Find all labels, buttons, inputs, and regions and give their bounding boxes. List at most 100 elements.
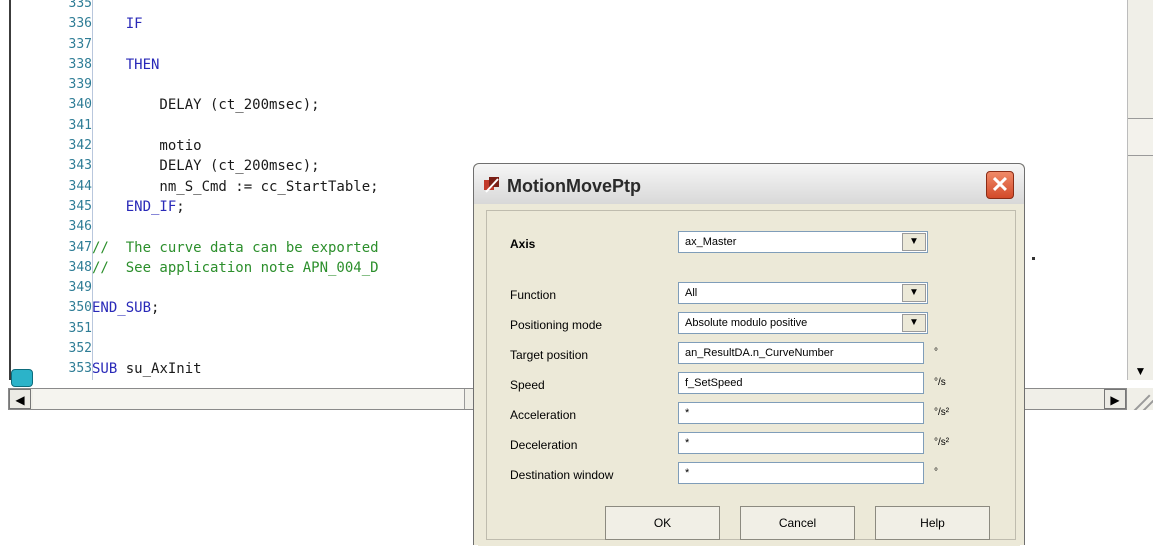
- code-token: nm_S_Cmd := cc_StartTable;: [92, 178, 379, 195]
- line-number: 350: [68, 300, 92, 316]
- deceleration-unit: °/s²: [934, 437, 950, 448]
- code-token: DELAY (ct_200msec);: [92, 158, 320, 175]
- line-text: IF: [92, 16, 143, 33]
- vertical-scrollbar[interactable]: ▼: [1127, 0, 1153, 380]
- line-text: END_IF;: [92, 198, 185, 215]
- line-number: 338: [68, 56, 92, 72]
- code-token: ;: [151, 300, 160, 317]
- acceleration-input[interactable]: *: [678, 402, 924, 424]
- resize-grip-icon[interactable]: [1127, 388, 1153, 410]
- target-position-row: Target position an_ResultDA.n_CurveNumbe…: [478, 342, 1020, 366]
- code-token: DELAY (ct_200msec);: [92, 97, 320, 114]
- app-icon: [484, 177, 499, 193]
- code-token: END_IF: [92, 198, 177, 215]
- code-token: ;: [176, 198, 185, 215]
- line-number: 336: [68, 16, 92, 32]
- line-text: DELAY (ct_200msec);: [92, 97, 320, 114]
- positioning-mode-label: Positioning mode: [510, 318, 603, 332]
- acceleration-label: Acceleration: [510, 408, 577, 422]
- chevron-down-icon[interactable]: ▼: [902, 233, 926, 251]
- axis-row: Axis ax_Master ▼: [478, 231, 1020, 255]
- scroll-down-arrow-icon[interactable]: ▼: [1128, 362, 1153, 380]
- bookmark-marker-icon[interactable]: [11, 369, 33, 387]
- line-text: DELAY (ct_200msec);: [92, 158, 320, 175]
- line-text: // See application note APN_004_D: [92, 259, 379, 276]
- ok-button[interactable]: OK: [605, 506, 720, 540]
- function-value: All: [685, 287, 698, 299]
- target-position-input[interactable]: an_ResultDA.n_CurveNumber: [678, 342, 924, 364]
- code-line[interactable]: 335: [40, 0, 1120, 18]
- help-button[interactable]: Help: [875, 506, 990, 540]
- dialog-titlebar[interactable]: MotionMovePtp ✕: [474, 164, 1024, 204]
- code-token: SUB: [92, 361, 118, 378]
- line-number: 339: [68, 77, 92, 93]
- code-line[interactable]: 337: [40, 36, 1120, 59]
- axis-label: Axis: [510, 237, 536, 251]
- speed-row: Speed f_SetSpeed °/s: [478, 372, 1020, 396]
- line-text: motio: [92, 138, 202, 155]
- line-number: 346: [68, 219, 92, 235]
- line-text: THEN: [92, 58, 160, 72]
- cancel-button[interactable]: Cancel: [740, 506, 855, 540]
- speed-unit: °/s: [934, 377, 946, 388]
- code-line[interactable]: 336 IF: [40, 16, 1120, 38]
- line-number: 345: [68, 198, 92, 214]
- line-number: 348: [68, 259, 92, 275]
- line-number: 337: [68, 36, 92, 52]
- positioning-mode-select[interactable]: Absolute modulo positive ▼: [678, 312, 928, 334]
- positioning-mode-value: Absolute modulo positive: [685, 317, 808, 329]
- code-token: // See application note APN_004_D: [92, 259, 379, 276]
- line-number: 347: [68, 239, 92, 255]
- line-text: nm_S_Cmd := cc_StartTable;: [92, 178, 379, 195]
- cursor-dot: [1032, 257, 1035, 260]
- destination-window-row: Destination window * °: [478, 462, 1020, 486]
- positioning-mode-row: Positioning mode Absolute modulo positiv…: [478, 312, 1020, 336]
- destination-window-input[interactable]: *: [678, 462, 924, 484]
- line-number: 341: [68, 117, 92, 133]
- dialog-body: Axis ax_Master ▼ Function All ▼ Position…: [478, 204, 1020, 546]
- motion-move-ptp-dialog: MotionMovePtp ✕ Axis ax_Master ▼ Functio…: [473, 163, 1025, 546]
- function-label: Function: [510, 288, 557, 302]
- scroll-left-arrow-icon[interactable]: ◀: [9, 389, 31, 409]
- code-line[interactable]: 338 THEN: [40, 56, 1120, 79]
- chevron-down-icon[interactable]: ▼: [902, 314, 926, 332]
- line-number: 353: [68, 361, 92, 377]
- code-line[interactable]: 342 motio: [40, 138, 1120, 160]
- close-icon[interactable]: ✕: [986, 171, 1014, 199]
- target-position-label: Target position: [510, 348, 589, 362]
- line-number: 349: [68, 280, 92, 296]
- editor-left-border: [9, 0, 11, 380]
- line-text: END_SUB;: [92, 300, 160, 317]
- line-number: 342: [68, 138, 92, 154]
- code-token: IF: [92, 16, 143, 33]
- line-number: 340: [68, 97, 92, 113]
- acceleration-row: Acceleration * °/s²: [478, 402, 1020, 426]
- axis-select[interactable]: ax_Master ▼: [678, 231, 928, 253]
- line-number: 351: [68, 320, 92, 336]
- code-token: END_SUB: [92, 300, 152, 317]
- axis-value: ax_Master: [685, 236, 737, 248]
- code-token: // The curve data can be exported: [92, 239, 379, 256]
- function-row: Function All ▼: [478, 282, 1020, 306]
- line-number: 344: [68, 178, 92, 194]
- code-line[interactable]: 339: [40, 77, 1120, 99]
- vertical-scroll-thumb[interactable]: [1128, 118, 1153, 156]
- speed-label: Speed: [510, 378, 545, 392]
- destination-window-label: Destination window: [510, 468, 614, 482]
- line-text: // The curve data can be exported: [92, 239, 379, 256]
- scroll-right-arrow-icon[interactable]: ▶: [1104, 389, 1126, 409]
- code-line[interactable]: 340 DELAY (ct_200msec);: [40, 97, 1120, 119]
- chevron-down-icon[interactable]: ▼: [902, 284, 926, 302]
- code-line[interactable]: 341: [40, 117, 1120, 140]
- line-number: 343: [68, 158, 92, 174]
- code-token: motio: [92, 138, 202, 155]
- line-number: 352: [68, 341, 92, 357]
- deceleration-row: Deceleration * °/s²: [478, 432, 1020, 456]
- target-position-unit: °: [934, 347, 938, 358]
- acceleration-unit: °/s²: [934, 407, 950, 418]
- horizontal-scroll-thumb[interactable]: [33, 389, 465, 409]
- deceleration-input[interactable]: *: [678, 432, 924, 454]
- code-token: su_AxInit: [117, 361, 202, 378]
- speed-input[interactable]: f_SetSpeed: [678, 372, 924, 394]
- function-select[interactable]: All ▼: [678, 282, 928, 304]
